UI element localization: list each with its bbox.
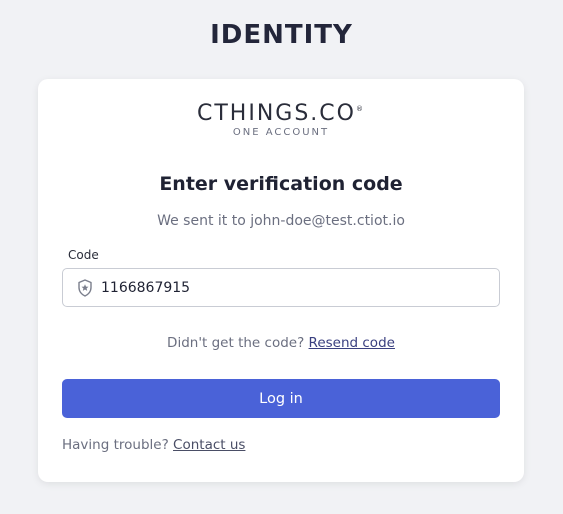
login-card: CTHINGS.CO® ONE ACCOUNT Enter verificati… [38, 79, 524, 482]
logo-wordmark: CTHINGS.CO [197, 101, 356, 126]
trouble-line: Having trouble? Contact us [62, 437, 245, 453]
login-button[interactable]: Log in [62, 379, 500, 418]
resend-code-link[interactable]: Resend code [309, 335, 395, 351]
code-label: Code [68, 248, 99, 262]
contact-us-link[interactable]: Contact us [173, 437, 245, 453]
resend-prompt: Didn't get the code? [167, 335, 305, 351]
code-input[interactable] [101, 269, 481, 306]
logo-tagline: ONE ACCOUNT [232, 127, 330, 138]
resend-line: Didn't get the code? Resend code [38, 335, 524, 351]
sent-to-text: We sent it to john-doe@test.ctiot.io [157, 213, 405, 229]
shield-star-icon [77, 279, 93, 297]
page-title: IDENTITY [210, 20, 353, 50]
form-heading: Enter verification code [159, 173, 403, 195]
brand-logo: CTHINGS.CO® ONE ACCOUNT [38, 101, 524, 138]
trouble-prompt: Having trouble? [62, 437, 169, 453]
logo-registered-mark: ® [355, 105, 365, 113]
code-field[interactable] [62, 268, 500, 307]
